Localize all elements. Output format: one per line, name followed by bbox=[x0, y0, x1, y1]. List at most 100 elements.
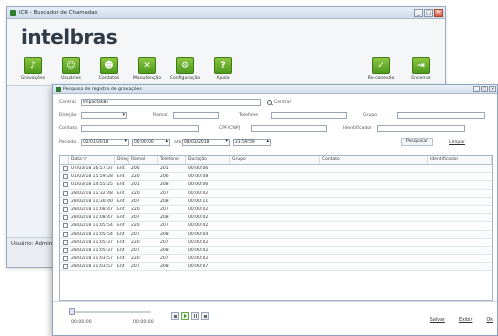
ramal-field[interactable] bbox=[173, 112, 219, 119]
row-checkbox[interactable] bbox=[63, 264, 68, 270]
table-cell: Ent bbox=[117, 247, 125, 253]
table-body: 07/03/18 16:57:37 Ent 206 201 00:00:06 01/03/… bbox=[60, 165, 492, 272]
table-cell: 28/02/18 11:32:48 bbox=[71, 190, 113, 196]
toolbar-item-1[interactable]: ☺ Usuários bbox=[55, 57, 87, 81]
row-checkbox[interactable] bbox=[63, 239, 68, 245]
table-row[interactable]: 28/02/18 11:30:40 Ent 207 208 00:00:11 bbox=[60, 197, 492, 206]
time-to-field[interactable]: 23:59:59 ▴ bbox=[233, 138, 271, 146]
table-row[interactable]: 28/02/18 11:03:57 Ent 207 208 00:00:07 bbox=[60, 263, 492, 272]
column-header[interactable]: Data ▽ bbox=[69, 156, 115, 164]
stop-button[interactable] bbox=[201, 312, 209, 320]
column-header[interactable]: Ramal bbox=[129, 156, 158, 164]
row-checkbox[interactable] bbox=[63, 215, 68, 221]
column-header[interactable]: Contato bbox=[320, 156, 428, 164]
column-header[interactable]: Direção bbox=[115, 156, 129, 164]
table-cell: Ent bbox=[117, 215, 125, 221]
direcao-select[interactable] bbox=[81, 112, 127, 119]
identificador-field[interactable] bbox=[377, 125, 465, 132]
table-cell: Ent bbox=[117, 231, 125, 237]
table-cell: 220 bbox=[131, 207, 140, 213]
rewind-button[interactable] bbox=[171, 312, 179, 320]
toolbar-item-2[interactable]: ☻ Contatos bbox=[93, 57, 125, 81]
row-checkbox-cell bbox=[60, 264, 69, 270]
cpf-field[interactable] bbox=[251, 125, 327, 132]
row-checkbox[interactable] bbox=[63, 231, 68, 237]
window-title: ICR - Buscador de Chamadas bbox=[19, 9, 98, 16]
salvar-button[interactable]: Salvar bbox=[430, 318, 445, 323]
minimize-button[interactable]: _ bbox=[414, 9, 423, 17]
column-header[interactable]: Telefone bbox=[158, 156, 186, 164]
time-from-field[interactable]: 00:00:00 ▴ bbox=[132, 138, 170, 146]
close-button[interactable]: ✕ bbox=[434, 9, 443, 17]
grupo-label: Grupo bbox=[363, 113, 378, 118]
table-row[interactable]: 28/02/18 11:05:54 Ent 220 207 00:00:02 bbox=[60, 222, 492, 231]
ok-button[interactable]: Ok bbox=[486, 318, 493, 323]
table-cell: 01/03/18 14:55:25 bbox=[71, 182, 113, 188]
toolbar-item-0[interactable]: ♪ Gravações bbox=[17, 57, 49, 81]
time-to-value: 23:59:59 bbox=[235, 139, 255, 145]
table-cell: 00:00:06 bbox=[188, 166, 209, 172]
calendar-dropdown-icon[interactable]: ▾ bbox=[225, 138, 228, 144]
stop-icon bbox=[203, 314, 207, 318]
toolbar-item-5[interactable]: ? Ajuda bbox=[207, 57, 239, 81]
grupo-field[interactable] bbox=[397, 112, 485, 119]
recording-icon: ♪ bbox=[24, 57, 42, 74]
central-search-link[interactable]: Central bbox=[267, 100, 291, 105]
table-row[interactable]: 07/03/18 16:57:37 Ent 206 201 00:00:06 bbox=[60, 165, 492, 174]
row-checkbox[interactable] bbox=[63, 182, 68, 188]
table-row[interactable]: 28/02/18 11:03:57 Ent 220 207 00:00:02 bbox=[60, 255, 492, 264]
playback-track[interactable] bbox=[71, 311, 151, 313]
row-checkbox[interactable] bbox=[63, 166, 68, 172]
row-checkbox-cell bbox=[60, 166, 69, 172]
calendar-dropdown-icon[interactable]: ▾ bbox=[124, 138, 127, 144]
time-spin-icon[interactable]: ▴ bbox=[165, 138, 168, 144]
maximize-button[interactable]: □ bbox=[424, 9, 433, 17]
pesquisar-button[interactable]: Pesquisar bbox=[401, 138, 434, 146]
row-checkbox[interactable] bbox=[63, 207, 68, 213]
row-checkbox[interactable] bbox=[63, 198, 68, 204]
row-checkbox[interactable] bbox=[63, 256, 68, 262]
table-cell: 00:00:04 bbox=[188, 231, 209, 237]
exibir-button[interactable]: Exibir bbox=[459, 318, 473, 323]
row-checkbox-cell bbox=[60, 182, 69, 188]
pause-button[interactable] bbox=[191, 312, 199, 320]
table-cell: 207 bbox=[131, 247, 140, 253]
table-row[interactable]: 28/02/18 11:05:37 Ent 220 207 00:00:02 bbox=[60, 239, 492, 247]
column-header[interactable]: Duração bbox=[186, 156, 230, 164]
telefone-field[interactable] bbox=[271, 112, 347, 119]
table-row[interactable]: 28/02/18 11:08:47 Ent 207 208 00:00:02 bbox=[60, 214, 492, 223]
toolbar-right-item-0[interactable]: ✓ Re-conexão bbox=[365, 57, 397, 81]
dialog-minimize-button[interactable]: _ bbox=[473, 86, 480, 92]
row-checkbox[interactable] bbox=[63, 190, 68, 196]
playback-slider-handle[interactable] bbox=[69, 308, 75, 315]
toolbar-item-3[interactable]: ✕ Manutenção bbox=[131, 57, 163, 81]
tools-icon: ✕ bbox=[138, 57, 156, 74]
table-row[interactable]: 28/02/18 11:05:54 Ent 207 208 00:00:04 bbox=[60, 230, 492, 239]
date-to-field[interactable]: 08/03/2018 ▾ bbox=[182, 138, 230, 146]
dialog-maximize-button[interactable]: □ bbox=[481, 86, 488, 92]
row-checkbox[interactable] bbox=[63, 174, 68, 180]
dialog-close-button[interactable]: ✕ bbox=[489, 86, 496, 92]
toolbar-right-item-1[interactable]: ⇥ Encerrar bbox=[405, 57, 437, 81]
column-header[interactable]: Grupo bbox=[230, 156, 320, 164]
column-header[interactable]: Identificador bbox=[428, 156, 492, 164]
contato-field[interactable] bbox=[81, 125, 199, 132]
table-row[interactable]: 01/03/18 15:59:28 Ent 220 206 00:00:08 bbox=[60, 173, 492, 182]
table-row[interactable]: 28/02/18 11:32:48 Ent 220 207 00:00:02 bbox=[60, 190, 492, 198]
table-cell: 28/02/18 11:03:57 bbox=[71, 264, 113, 270]
toolbar-label: Ajuda bbox=[216, 76, 230, 81]
table-row[interactable]: 01/03/18 14:55:25 Ent 201 208 00:00:06 bbox=[60, 181, 492, 190]
play-button[interactable] bbox=[181, 312, 189, 320]
limpar-button[interactable]: Limpar bbox=[449, 140, 465, 145]
header-checkbox-cell bbox=[60, 156, 69, 164]
table-row[interactable]: 28/02/18 11:08:47 Ent 220 207 00:00:02 bbox=[60, 206, 492, 215]
central-field[interactable]: Impacta68i bbox=[81, 99, 261, 106]
row-checkbox[interactable] bbox=[63, 247, 68, 253]
date-from-field[interactable]: 02/01/2018 ▾ bbox=[81, 138, 129, 146]
row-checkbox[interactable] bbox=[63, 223, 68, 229]
toolbar-item-4[interactable]: ⚙ Configuração bbox=[169, 57, 201, 81]
table-row[interactable]: 28/02/18 11:05:37 Ent 207 208 00:00:02 bbox=[60, 246, 492, 256]
time-spin-icon[interactable]: ▴ bbox=[266, 138, 269, 144]
row-checkbox-cell bbox=[60, 190, 69, 196]
table-cell: 00:00:07 bbox=[188, 264, 209, 270]
